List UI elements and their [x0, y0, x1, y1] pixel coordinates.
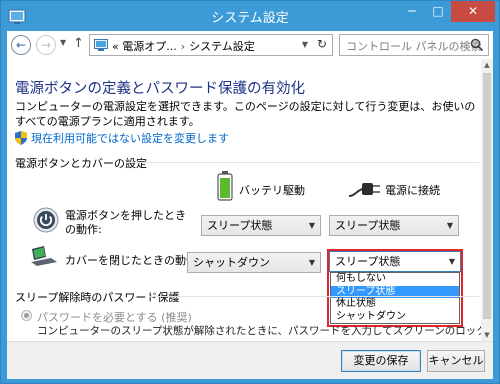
plugged-in-column-label: 電源に接続 [385, 184, 440, 197]
plug-icon [348, 183, 380, 197]
dropdown-option-shutdown[interactable]: シャットダウン [331, 311, 459, 324]
section-title-power-lid: 電源ボタンとカバーの設定 [15, 157, 147, 170]
require-password-description: コンピューターのスリープ状態が解除されたときに、パスワードを入力してスクリーンの… [37, 325, 493, 337]
breadcrumb-system-settings[interactable]: システム設定 [189, 40, 255, 53]
main-content: 電源ボタンの定義とパスワード保護の有効化 コンピューターの電源設定を選択できます… [7, 59, 493, 341]
power-button-icon [33, 207, 59, 233]
chevron-down-icon: ▼ [446, 221, 453, 230]
battery-icon [217, 171, 233, 201]
system-settings-window: システム設定 ─ □ ✕ ← → ▼ ↑ « 電源オプ... › システム設定 ▼ … [0, 0, 500, 384]
page-title: 電源ボタンの定義とパスワード保護の有効化 [15, 81, 305, 97]
battery-column-label: バッテリ駆動 [239, 184, 305, 197]
scroll-down-arrow-icon[interactable]: ▼ [481, 329, 493, 341]
search-icon[interactable] [470, 38, 484, 52]
footer-bar: 変更の保存 キャンセル [7, 341, 493, 379]
vertical-scrollbar[interactable]: ▲ ▼ [481, 59, 493, 341]
dropdown-option-do-nothing[interactable]: 何もしない [331, 273, 459, 286]
breadcrumb-path: « 電源オプ... › システム設定 [112, 38, 255, 54]
maximize-button[interactable]: □ [425, 1, 451, 22]
address-bar: ← → ▼ ↑ « 電源オプ... › システム設定 ▼ ↻ コントロール パネルの… [7, 31, 493, 59]
search-placeholder: コントロール パネルの検索 [346, 40, 482, 53]
lid-close-battery-select[interactable]: シャットダウン ▼ [187, 252, 321, 273]
breadcrumb[interactable]: « 電源オプ... › システム設定 ▼ ↻ [89, 34, 333, 56]
select-value: スリープ状態 [335, 255, 401, 268]
recent-pages-chevron-icon[interactable]: ▼ [60, 38, 66, 47]
back-arrow-icon[interactable]: ← [11, 35, 31, 55]
section-divider [127, 162, 479, 163]
title-bar[interactable]: システム設定 ─ □ ✕ [1, 1, 499, 31]
minimize-button[interactable]: ─ [399, 1, 425, 22]
breadcrumb-power-options[interactable]: 電源オプ... [122, 40, 177, 53]
laptop-lid-icon [31, 246, 57, 266]
search-input[interactable]: コントロール パネルの検索 [339, 34, 489, 56]
lid-close-action-label: カバーを閉じたときの動作: [65, 254, 201, 267]
power-button-battery-select[interactable]: スリープ状態 ▼ [201, 215, 321, 236]
breadcrumb-separator: › [180, 40, 186, 53]
lid-close-dropdown-list[interactable]: 何もしない スリープ状態 休止状態 シャットダウン [330, 272, 460, 324]
lid-close-plugged-select[interactable]: スリープ状態 ▼ [329, 251, 461, 272]
save-changes-button[interactable]: 変更の保存 [341, 350, 421, 372]
select-value: スリープ状態 [335, 219, 401, 232]
select-value: スリープ状態 [207, 219, 273, 232]
section-title-wake-password: スリープ解除時のパスワード保護 [15, 291, 180, 304]
chevron-down-icon: ▼ [308, 221, 315, 230]
select-value: シャットダウン [193, 256, 270, 269]
scrollbar-thumb[interactable] [483, 73, 491, 319]
chevron-down-icon[interactable]: ▼ [302, 40, 308, 49]
change-unavailable-settings-link[interactable]: 現在利用可能ではない設定を変更します [31, 130, 229, 146]
power-button-action-label: 電源ボタンを押したときの動作: [65, 209, 186, 236]
require-password-radio[interactable] [21, 310, 32, 321]
power-button-plugged-select[interactable]: スリープ状態 ▼ [329, 215, 459, 236]
page-description: コンピューターの電源設定を選択できます。このページの設定に対して行う変更は、お使… [15, 100, 476, 128]
section-divider [149, 296, 479, 297]
shield-icon [15, 131, 27, 145]
refresh-icon[interactable]: ↻ [317, 37, 327, 51]
dropdown-option-hibernate[interactable]: 休止状態 [331, 298, 459, 311]
cancel-button[interactable]: キャンセル [427, 350, 485, 372]
scroll-up-arrow-icon[interactable]: ▲ [481, 59, 493, 71]
chevron-down-icon: ▼ [308, 258, 315, 267]
close-button[interactable]: ✕ [451, 1, 495, 22]
forward-arrow-icon[interactable]: → [36, 35, 56, 55]
chevron-down-icon: ▼ [448, 257, 455, 266]
up-arrow-icon[interactable]: ↑ [73, 36, 84, 51]
breadcrumb-prefix[interactable]: « [112, 40, 119, 53]
control-panel-icon [94, 39, 108, 51]
